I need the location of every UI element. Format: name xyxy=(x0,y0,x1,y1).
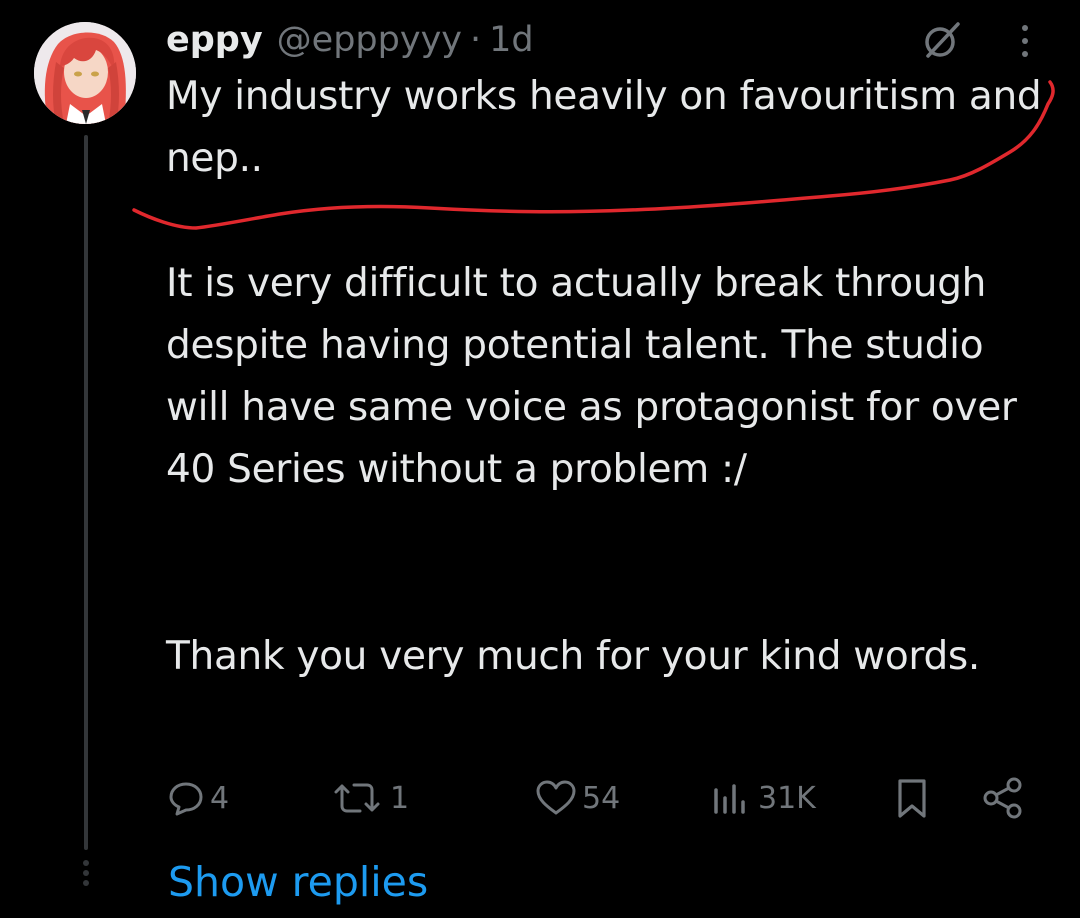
tweet-paragraph: My industry works heavily on favouritism… xyxy=(166,74,1042,181)
heart-icon xyxy=(536,780,576,815)
share-icon xyxy=(983,777,1022,819)
reply-count: 4 xyxy=(210,780,230,816)
views-button[interactable]: 31K xyxy=(708,770,816,826)
grok-icon[interactable] xyxy=(918,16,966,64)
tweet-paragraph: It is very difficult to actually break t… xyxy=(166,261,1017,492)
timestamp[interactable]: 1d xyxy=(489,12,534,68)
reply-icon xyxy=(169,782,203,816)
views-count: 31K xyxy=(758,780,816,816)
thread-more-dots[interactable] xyxy=(80,860,92,886)
bookmark-button[interactable] xyxy=(892,770,932,826)
reply-button[interactable]: 4 xyxy=(166,770,229,826)
avatar-image xyxy=(34,22,136,124)
bookmark-icon xyxy=(898,779,926,818)
retweet-icon xyxy=(334,783,380,813)
avatar[interactable] xyxy=(34,22,136,124)
tweet-paragraph: Thank you very much for your kind words. xyxy=(166,634,981,679)
retweet-button[interactable]: 1 xyxy=(328,770,409,826)
retweet-count: 1 xyxy=(390,780,410,816)
display-name[interactable]: eppy xyxy=(166,12,263,68)
separator-dot: · xyxy=(470,20,482,60)
thread-line xyxy=(84,135,88,850)
tweet-actions: 4 1 54 31K xyxy=(0,770,1080,826)
like-button[interactable]: 54 xyxy=(534,770,620,826)
share-button[interactable] xyxy=(980,770,1026,826)
like-count: 54 xyxy=(582,780,621,816)
tweet-header: eppy @epppyyy · 1d xyxy=(166,12,534,68)
show-replies-link[interactable]: Show replies xyxy=(168,852,428,912)
user-handle[interactable]: @epppyyy xyxy=(277,12,462,68)
more-icon[interactable] xyxy=(1010,18,1040,64)
views-icon xyxy=(714,784,745,814)
